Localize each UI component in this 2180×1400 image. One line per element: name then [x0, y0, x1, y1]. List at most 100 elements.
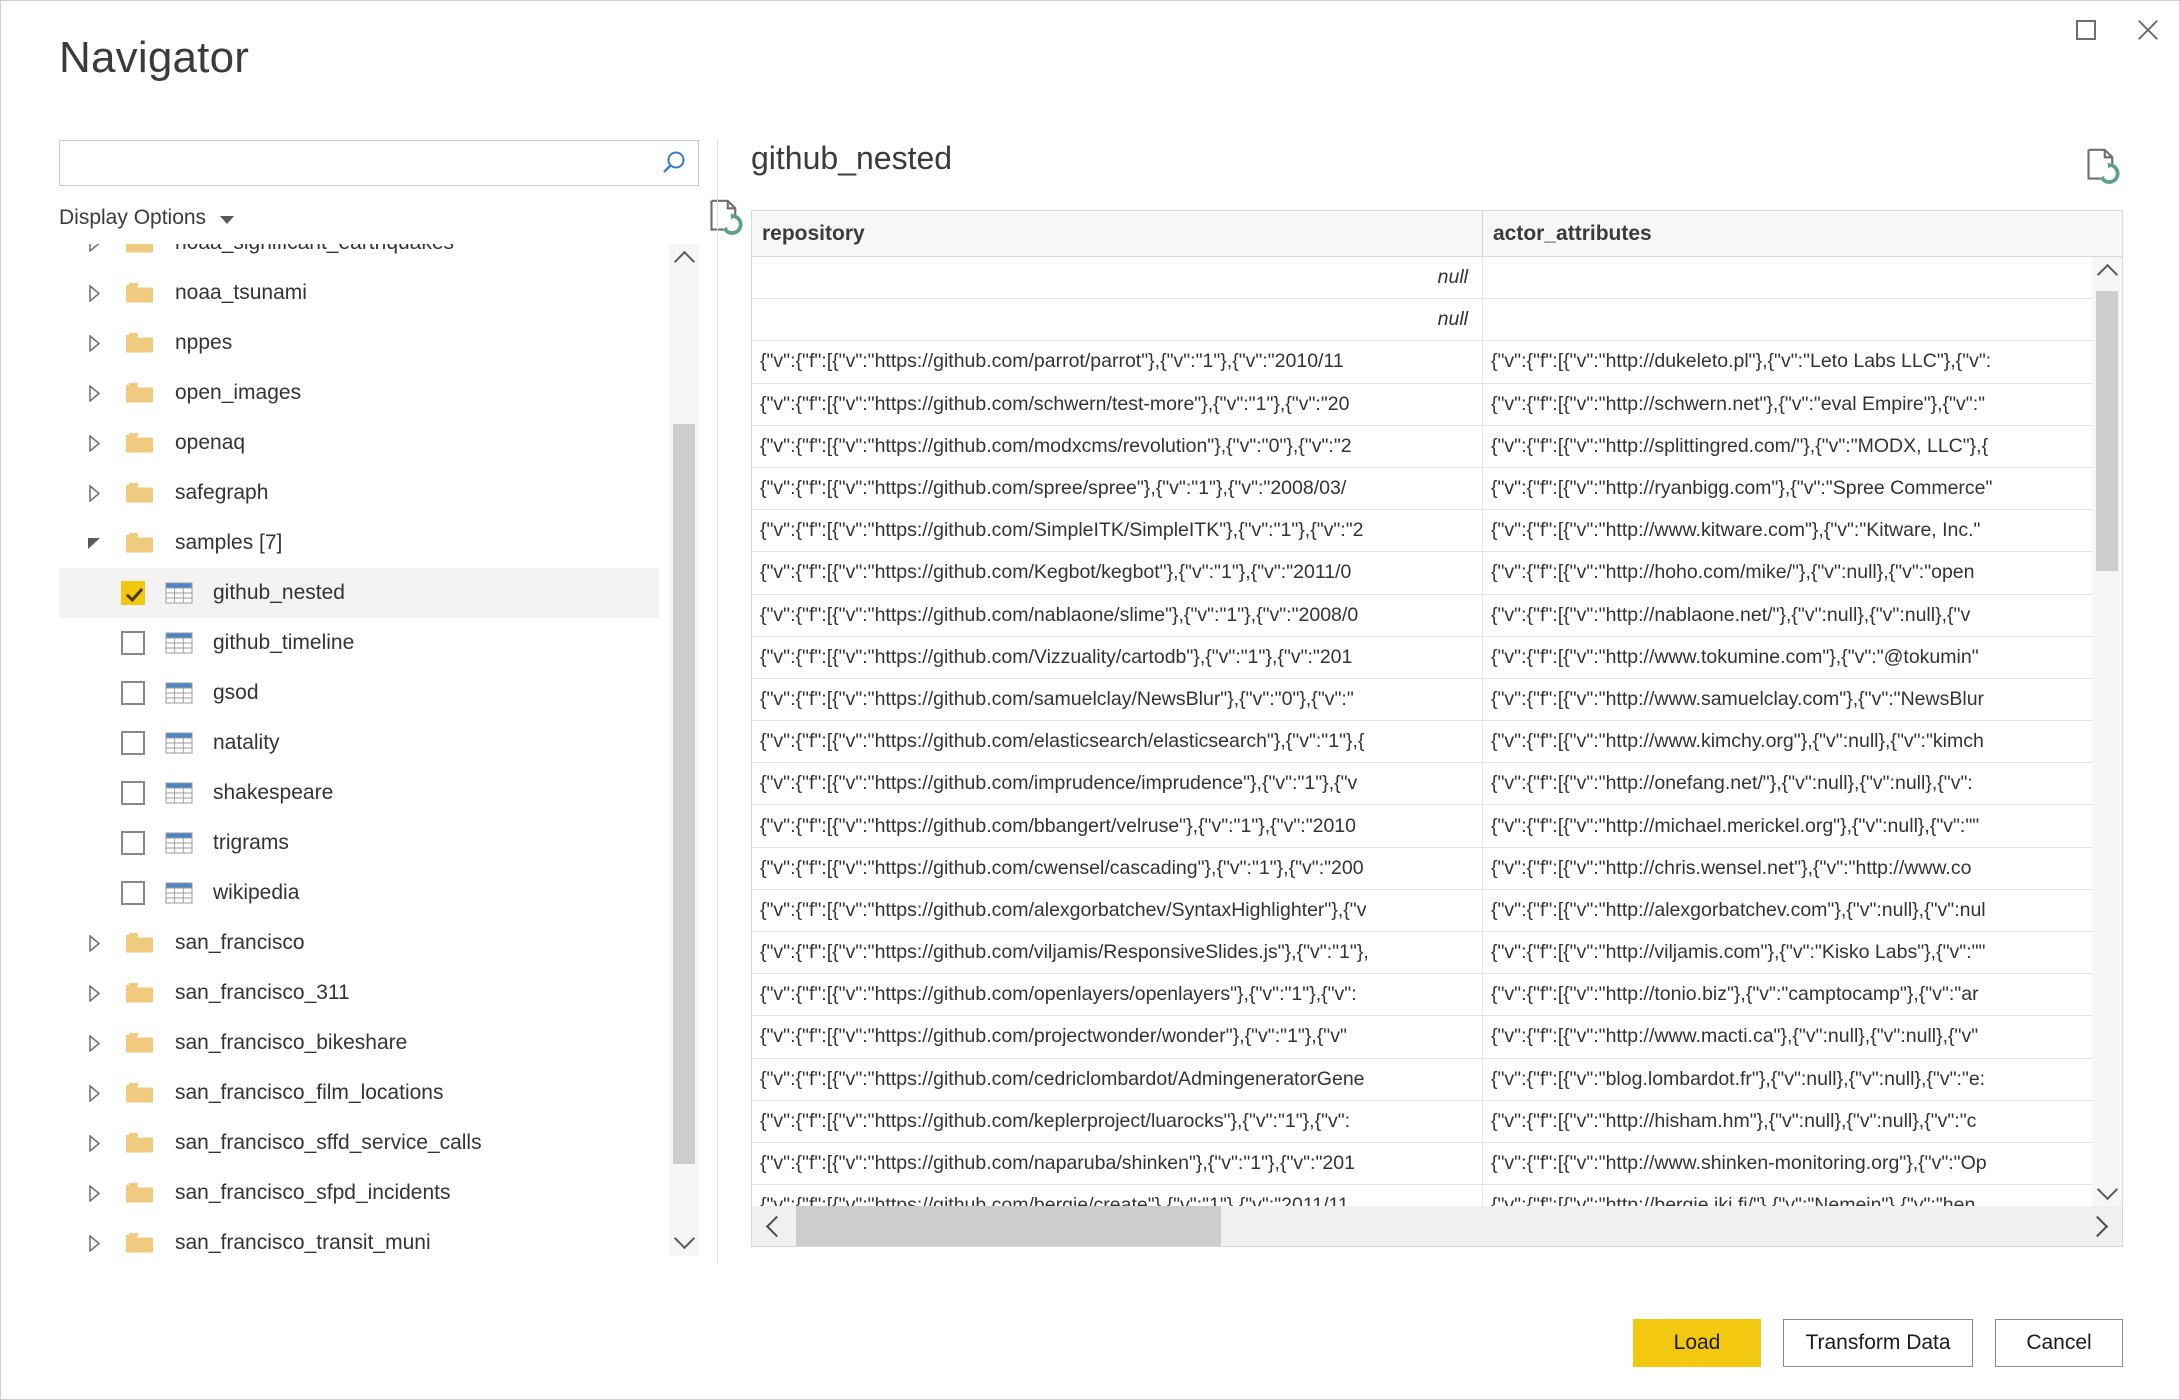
tree-item-checkbox[interactable] — [121, 881, 145, 905]
expand-triangle-icon[interactable] — [81, 1130, 107, 1156]
table-row[interactable]: {"v":{"f":[{"v":"https://github.com/Kegb… — [752, 552, 2122, 595]
table-row[interactable]: {"v":{"f":[{"v":"https://github.com/napa… — [752, 1142, 2122, 1186]
expand-triangle-icon[interactable] — [81, 1230, 107, 1256]
table-row[interactable]: {"v":{"f":[{"v":"https://github.com/Simp… — [752, 510, 2122, 553]
table-row[interactable]: null — [752, 257, 2122, 300]
tree-item-gsod[interactable]: gsod — [59, 668, 659, 718]
tree-item-safegraph[interactable]: safegraph — [59, 468, 659, 518]
tree-item-san-francisco-sfpd-incidents[interactable]: san_francisco_sfpd_incidents — [59, 1168, 659, 1218]
table-row[interactable]: {"v":{"f":[{"v":"https://github.com/schw… — [752, 383, 2122, 426]
table-row[interactable]: {"v":{"f":[{"v":"https://github.com/cwen… — [752, 847, 2122, 890]
preview-grid: repository actor_attributes null null {"v"… — [751, 210, 2123, 1247]
refresh-document-icon[interactable] — [704, 197, 744, 237]
tree-item-san-francisco-transit-muni[interactable]: san_francisco_transit_muni — [59, 1218, 659, 1256]
search-box[interactable] — [59, 140, 699, 186]
expand-triangle-icon[interactable] — [81, 430, 107, 456]
refresh-preview-icon[interactable] — [2081, 146, 2121, 186]
hscrollbar-thumb[interactable] — [796, 1206, 1221, 1246]
cell-repository: {"v":{"f":[{"v":"https://github.com/nabl… — [752, 594, 1483, 636]
grid-horizontal-scrollbar[interactable] — [752, 1206, 2122, 1246]
table-row[interactable]: {"v":{"f":[{"v":"https://github.com/bban… — [752, 805, 2122, 848]
tree-item-san-francisco[interactable]: san_francisco — [59, 918, 659, 968]
tree-item-checkbox[interactable] — [121, 681, 145, 705]
scrollbar-thumb[interactable] — [673, 424, 695, 1164]
table-row[interactable]: {"v":{"f":[{"v":"https://github.com/nabl… — [752, 594, 2122, 637]
tree-item-noaa-significant-earthquakes[interactable]: noaa_significant_earthquakes — [59, 244, 659, 268]
folder-icon — [125, 1181, 155, 1205]
tree-item-github-timeline[interactable]: github_timeline — [59, 618, 659, 668]
scroll-down-button[interactable] — [669, 1226, 699, 1256]
tree-item-open-images[interactable]: open_images — [59, 368, 659, 418]
tree-item-samples-7[interactable]: samples [7] — [59, 518, 659, 568]
tree-item-san-francisco-311[interactable]: san_francisco_311 — [59, 968, 659, 1018]
cell-repository: {"v":{"f":[{"v":"https://github.com/proj… — [752, 1016, 1483, 1058]
tree-item-wikipedia[interactable]: wikipedia — [59, 868, 659, 918]
tree-item-noaa-tsunami[interactable]: noaa_tsunami — [59, 268, 659, 318]
search-input[interactable] — [60, 141, 650, 185]
collapse-triangle-icon[interactable] — [81, 530, 107, 556]
search-icon[interactable] — [658, 148, 690, 180]
expand-triangle-icon[interactable] — [81, 1080, 107, 1106]
expand-triangle-icon[interactable] — [81, 330, 107, 356]
tree-item-openaq[interactable]: openaq — [59, 418, 659, 468]
tree-vertical-scrollbar[interactable] — [669, 244, 699, 1256]
transform-data-button[interactable]: Transform Data — [1783, 1319, 1973, 1367]
tree-item-checkbox[interactable] — [121, 731, 145, 755]
grid-scrollbar-thumb[interactable] — [2096, 291, 2118, 571]
tree-item-github-nested[interactable]: github_nested — [59, 568, 659, 618]
hscroll-left-button[interactable] — [752, 1206, 796, 1246]
table-row[interactable]: {"v":{"f":[{"v":"https://github.com/impr… — [752, 763, 2122, 806]
table-icon — [165, 881, 193, 905]
column-header-actor-attributes[interactable]: actor_attributes — [1483, 211, 2122, 256]
hscroll-right-button[interactable] — [2078, 1206, 2122, 1246]
table-row[interactable]: {"v":{"f":[{"v":"https://github.com/berg… — [752, 1185, 2122, 1207]
grid-scroll-down-button[interactable] — [2092, 1177, 2122, 1207]
table-row[interactable]: {"v":{"f":[{"v":"https://github.com/parr… — [752, 341, 2122, 384]
expand-triangle-icon[interactable] — [81, 380, 107, 406]
tree-item-natality[interactable]: natality — [59, 718, 659, 768]
tree-item-checkbox[interactable] — [121, 781, 145, 805]
tree-item-checkbox[interactable] — [121, 831, 145, 855]
scroll-up-button[interactable] — [669, 244, 699, 274]
tree-item-checkbox[interactable] — [121, 581, 145, 605]
cancel-button[interactable]: Cancel — [1995, 1319, 2123, 1367]
expand-triangle-icon[interactable] — [81, 1180, 107, 1206]
close-button[interactable] — [2117, 1, 2179, 59]
table-row[interactable]: {"v":{"f":[{"v":"https://github.com/cedr… — [752, 1058, 2122, 1101]
table-row[interactable]: {"v":{"f":[{"v":"https://github.com/open… — [752, 974, 2122, 1017]
expand-triangle-icon[interactable] — [81, 980, 107, 1006]
tree-item-shakespeare[interactable]: shakespeare — [59, 768, 659, 818]
maximize-button[interactable] — [2055, 1, 2117, 59]
table-row[interactable]: {"v":{"f":[{"v":"https://github.com/Vizz… — [752, 636, 2122, 679]
table-row[interactable]: {"v":{"f":[{"v":"https://github.com/proj… — [752, 1016, 2122, 1059]
tree-item-san-francisco-film-locations[interactable]: san_francisco_film_locations — [59, 1068, 659, 1118]
table-row[interactable]: null — [752, 299, 2122, 342]
tree-item-trigrams[interactable]: trigrams — [59, 818, 659, 868]
expand-triangle-icon[interactable] — [81, 1030, 107, 1056]
table-row[interactable]: {"v":{"f":[{"v":"https://github.com/vilj… — [752, 932, 2122, 975]
grid-vertical-scrollbar[interactable] — [2092, 257, 2122, 1207]
cell-actor-attributes — [1483, 257, 2122, 298]
table-row[interactable]: {"v":{"f":[{"v":"https://github.com/modx… — [752, 425, 2122, 468]
load-button[interactable]: Load — [1633, 1319, 1761, 1367]
expand-triangle-icon[interactable] — [81, 930, 107, 956]
expand-triangle-icon[interactable] — [81, 280, 107, 306]
cell-actor-attributes — [1483, 299, 2122, 340]
tree-item-san-francisco-sffd-service-calls[interactable]: san_francisco_sffd_service_calls — [59, 1118, 659, 1168]
tree-item-san-francisco-bikeshare[interactable]: san_francisco_bikeshare — [59, 1018, 659, 1068]
expand-triangle-icon[interactable] — [81, 244, 107, 256]
tree-item-nppes[interactable]: nppes — [59, 318, 659, 368]
table-row[interactable]: {"v":{"f":[{"v":"https://github.com/elas… — [752, 721, 2122, 764]
column-header-repository[interactable]: repository — [752, 211, 1483, 256]
grid-scroll-up-button[interactable] — [2092, 257, 2122, 287]
table-row[interactable]: {"v":{"f":[{"v":"https://github.com/samu… — [752, 678, 2122, 722]
cell-actor-attributes: {"v":{"f":[{"v":"http://onefang.net/"},{… — [1491, 772, 1973, 795]
table-row[interactable]: {"v":{"f":[{"v":"https://github.com/alex… — [752, 889, 2122, 932]
table-row[interactable]: {"v":{"f":[{"v":"https://github.com/spre… — [752, 467, 2122, 511]
table-row[interactable]: {"v":{"f":[{"v":"https://github.com/kepl… — [752, 1100, 2122, 1143]
cell-actor-attributes: {"v":{"f":[{"v":"http://chris.wensel.net… — [1491, 856, 1972, 879]
expand-triangle-icon[interactable] — [81, 480, 107, 506]
display-options-dropdown[interactable]: Display Options — [59, 206, 235, 230]
chevron-up-icon — [673, 250, 695, 273]
tree-item-checkbox[interactable] — [121, 631, 145, 655]
